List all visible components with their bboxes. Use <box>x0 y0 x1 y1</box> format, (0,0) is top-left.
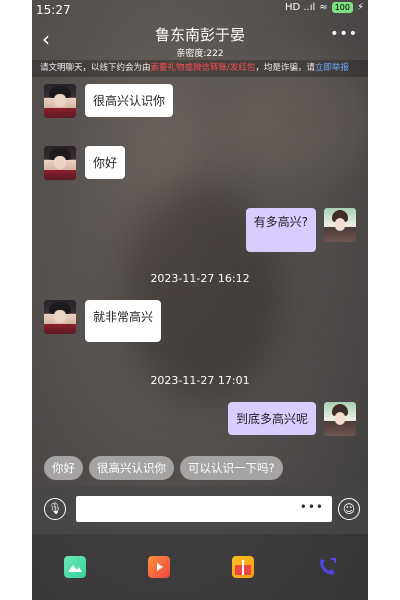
video-icon[interactable] <box>148 556 170 578</box>
timestamp: 2023-11-27 17:01 <box>150 374 250 387</box>
quick-replies: 你好 很高兴认识你 可以认识一下吗? <box>44 456 283 480</box>
battery-icon: 100 <box>331 2 353 13</box>
emoji-icon[interactable]: ☺ <box>338 498 360 520</box>
contact-avatar[interactable] <box>44 300 76 334</box>
message-bubble[interactable]: 很高兴认识你 <box>85 84 174 117</box>
chat-header: ‹ 鲁东南彭于晏 亲密度:222 ••• <box>32 20 368 60</box>
charging-icon: ⚡ <box>356 2 364 13</box>
voice-input-icon[interactable]: 🎙 <box>44 498 66 520</box>
safety-notice: 请文明聊天，以线下约会为由索要礼物或微信转账/发红包，均是诈骗，请立即举报 <box>32 60 368 77</box>
more-options-button[interactable]: ••• <box>330 26 358 42</box>
call-icon[interactable] <box>316 556 338 578</box>
quick-reply-chip[interactable]: 你好 <box>44 456 83 480</box>
notice-text: 请文明聊天，以线下约会为由 <box>40 63 151 73</box>
signal-icon: HD ..ıl <box>284 2 316 13</box>
intimacy-level: 亲密度:222 <box>176 49 224 59</box>
image-icon[interactable] <box>64 556 86 578</box>
more-input-icon[interactable]: ••• <box>300 500 324 514</box>
wifi-icon: ≈ <box>319 2 328 13</box>
message-bubble[interactable]: 你好 <box>85 146 126 179</box>
quick-reply-chip[interactable]: 很高兴认识你 <box>89 456 174 480</box>
back-button[interactable]: ‹ <box>42 27 50 51</box>
timestamp: 2023-11-27 16:12 <box>150 272 250 285</box>
quick-reply-chip[interactable]: 可以认识一下吗? <box>180 456 283 480</box>
my-avatar[interactable] <box>324 402 356 436</box>
message-bubble[interactable]: 有多高兴? <box>245 208 316 252</box>
bottom-toolbar <box>32 534 368 600</box>
notice-warning-text: 索要礼物或微信转账/发红包 <box>150 63 256 73</box>
contact-avatar[interactable] <box>44 84 76 118</box>
my-avatar[interactable] <box>324 208 356 242</box>
background-blur <box>232 60 368 180</box>
chat-screen: 15:27 HD ..ıl ≈ 100 ⚡ ‹ 鲁东南彭于晏 亲密度:222 •… <box>32 0 368 600</box>
report-link[interactable]: 立即举报 <box>315 63 349 73</box>
status-bar: 15:27 HD ..ıl ≈ 100 ⚡ <box>32 0 368 20</box>
message-input[interactable]: ••• <box>76 496 332 522</box>
input-bar: 🎙 ••• ☺ <box>32 486 368 534</box>
contact-avatar[interactable] <box>44 146 76 180</box>
status-time: 15:27 <box>36 3 71 17</box>
notice-text: ，均是诈骗，请 <box>255 63 315 73</box>
message-bubble[interactable]: 到底多高兴呢 <box>227 402 316 435</box>
gift-icon[interactable] <box>232 556 254 578</box>
message-bubble[interactable]: 就非常高兴 <box>85 300 162 342</box>
contact-name: 鲁东南彭于晏 <box>154 26 245 44</box>
status-icons: HD ..ıl ≈ 100 ⚡ <box>285 2 364 13</box>
